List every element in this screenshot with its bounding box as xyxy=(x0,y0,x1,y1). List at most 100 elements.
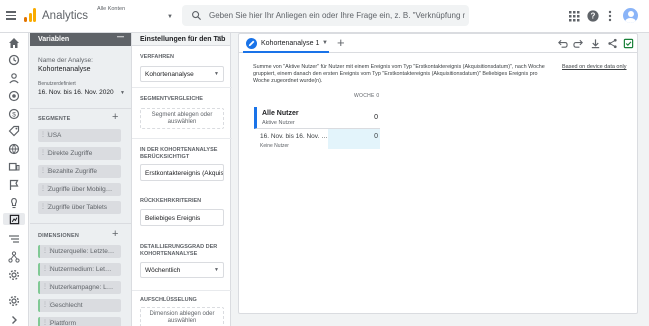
segment-chip[interactable]: Zugriffe über Mobilg… xyxy=(38,183,121,196)
total-row: Alle Nutzer Aktive Nutzer 0 xyxy=(254,107,380,129)
svg-text:?: ? xyxy=(591,12,596,21)
segment-chip[interactable]: Zugriffe über Tablets xyxy=(38,201,121,214)
insights-icon[interactable] xyxy=(623,38,634,49)
tab-settings-panel: Einstellungen für den Tab — VERFAHREN Ko… xyxy=(131,33,232,326)
person-icon[interactable] xyxy=(8,72,20,84)
total-value: 0 xyxy=(374,114,378,121)
dimension-chip[interactable]: Nutzerkampagne: L… xyxy=(38,281,121,294)
redo-icon[interactable] xyxy=(573,38,584,49)
nav-rail: $ xyxy=(0,33,29,326)
total-title: Alle Nutzer xyxy=(262,110,299,117)
home-icon[interactable] xyxy=(8,37,20,49)
breakdown-label: AUFSCHLÜSSELUNG xyxy=(140,297,197,303)
device-data-link[interactable]: Based on device data only xyxy=(562,64,627,70)
variables-header: Variablen — xyxy=(30,33,131,46)
app-title: Analytics xyxy=(42,10,89,22)
add-segment-button[interactable]: + xyxy=(112,111,118,123)
analysis-name-input[interactable]: Kohortenanalyse xyxy=(38,66,131,73)
week-header: WOCHE 0 xyxy=(354,93,380,99)
target-icon[interactable] xyxy=(8,90,20,102)
segment-dropzone[interactable]: Segment ablegen oder auswählen xyxy=(140,108,224,129)
inclusion-label: IN DER KOHORTENANALYSE BERÜCKSICHTIGT xyxy=(140,147,218,160)
search-input[interactable] xyxy=(209,5,465,26)
variables-panel: Variablen — Name der Analyse: Kohortenan… xyxy=(30,33,131,326)
search-bar[interactable] xyxy=(182,5,469,26)
apps-grid-icon[interactable] xyxy=(568,10,580,22)
globe-icon[interactable] xyxy=(8,143,20,155)
variables-title: Variablen xyxy=(38,36,70,43)
branch-icon[interactable] xyxy=(8,251,20,263)
technique-label: VERFAHREN xyxy=(140,54,174,60)
minimize-icon[interactable]: — xyxy=(216,34,223,41)
analytics-logo-icon xyxy=(24,8,36,22)
add-tab-button[interactable]: + xyxy=(337,35,345,50)
undo-icon[interactable] xyxy=(557,38,568,49)
chevron-down-icon: ▼ xyxy=(214,267,219,273)
screen-icon[interactable] xyxy=(8,161,20,173)
audience-icon[interactable] xyxy=(8,233,20,245)
chevron-down-icon[interactable]: ▼ xyxy=(120,90,125,96)
analysis-name-label: Name der Analyse: xyxy=(38,57,93,64)
segment-chip[interactable]: USA xyxy=(38,129,121,142)
granularity-label: DETAILLIERUNGSGRAD DER KOHORTENANALYSE xyxy=(140,244,218,257)
date-range-picker[interactable]: 16. Nov. bis 16. Nov. 2020 ▼ xyxy=(38,89,131,96)
dimension-chip[interactable]: Geschlecht xyxy=(38,299,121,312)
top-bar: Analytics Alle Konten ▼ ? xyxy=(0,0,649,33)
table-row[interactable]: 16. Nov. bis 16. Nov. … Keine Nutzer 0 xyxy=(254,129,380,152)
settings-icon[interactable] xyxy=(8,269,20,281)
pencil-icon xyxy=(246,38,257,49)
date-range-value: 16. Nov. bis 16. Nov. 2020 xyxy=(38,89,114,96)
tab-strip: Kohortenanalyse 1 ▼ + xyxy=(239,34,637,53)
tab-cohort-analysis[interactable]: Kohortenanalyse 1 ▼ xyxy=(243,36,329,53)
tab-label: Kohortenanalyse 1 xyxy=(261,40,320,47)
clock-icon[interactable] xyxy=(8,54,20,66)
return-label: RÜCKKEHRKRITERIEN xyxy=(140,198,202,204)
admin-icon[interactable] xyxy=(8,295,20,307)
settings-title: Einstellungen für den Tab xyxy=(140,36,226,43)
avatar[interactable] xyxy=(623,8,638,23)
account-label[interactable]: Alle Konten xyxy=(97,6,125,12)
settings-header: Einstellungen für den Tab — xyxy=(132,33,230,46)
add-dimension-button[interactable]: + xyxy=(112,228,118,240)
cell-value: 0 xyxy=(374,133,378,140)
expand-icon[interactable] xyxy=(8,314,20,326)
total-metric: Aktive Nutzer xyxy=(262,120,295,126)
granularity-value: Wöchentlich xyxy=(145,267,181,274)
download-icon[interactable] xyxy=(590,38,601,49)
dimension-chip[interactable]: Nutzermedium: Let… xyxy=(38,263,121,276)
bulb-icon[interactable] xyxy=(8,197,20,209)
segments-label: SEGMENTE xyxy=(38,116,71,122)
dimension-chip[interactable]: Plattform xyxy=(38,317,121,326)
return-field[interactable]: Beliebiges Ereignis xyxy=(140,209,224,226)
chevron-down-icon: ▼ xyxy=(214,71,219,77)
inclusion-field[interactable]: Erstkontaktereignis (Akquisit xyxy=(140,164,224,181)
analysis-canvas: Kohortenanalyse 1 ▼ + Summe von "Aktive … xyxy=(238,33,638,314)
info-icon[interactable]: $ xyxy=(8,108,20,120)
chevron-down-icon[interactable]: ▼ xyxy=(322,40,328,46)
flag-icon[interactable] xyxy=(8,179,20,191)
week-0-cell[interactable]: 0 xyxy=(328,129,380,149)
breakdown-dropzone[interactable]: Dimension ablegen oder auswählen xyxy=(140,307,224,326)
cohort-label: 16. Nov. bis 16. Nov. … xyxy=(260,133,328,140)
segment-chip[interactable]: Bezahlte Zugriffe xyxy=(38,165,121,178)
chevron-down-icon[interactable]: ▼ xyxy=(167,14,173,20)
technique-value: Kohortenanalyse xyxy=(145,71,194,78)
help-icon[interactable]: ? xyxy=(587,10,599,22)
menu-icon[interactable] xyxy=(6,11,16,20)
dimension-chip[interactable]: Nutzerquelle: Letzte… xyxy=(38,245,121,258)
svg-text:$: $ xyxy=(12,111,16,118)
share-icon[interactable] xyxy=(607,38,618,49)
technique-select[interactable]: Kohortenanalyse ▼ xyxy=(140,66,224,82)
tag-icon[interactable] xyxy=(8,125,20,137)
segment-chip[interactable]: Direkte Zugriffe xyxy=(38,147,121,160)
cohort-sub: Keine Nutzer xyxy=(260,143,289,149)
dimensions-label: DIMENSIONEN xyxy=(38,233,80,239)
segment-compare-label: SEGMENTVERGLEICHE xyxy=(140,96,203,102)
explore-icon[interactable] xyxy=(3,213,25,225)
date-type-label: Benutzerdefiniert xyxy=(38,81,76,87)
more-vert-icon[interactable] xyxy=(604,10,616,22)
analysis-description: Summe von "Aktive Nutzer" für Nutzer mit… xyxy=(253,64,545,84)
search-icon xyxy=(192,11,202,21)
minimize-icon[interactable]: — xyxy=(117,34,124,41)
granularity-select[interactable]: Wöchentlich ▼ xyxy=(140,262,224,278)
